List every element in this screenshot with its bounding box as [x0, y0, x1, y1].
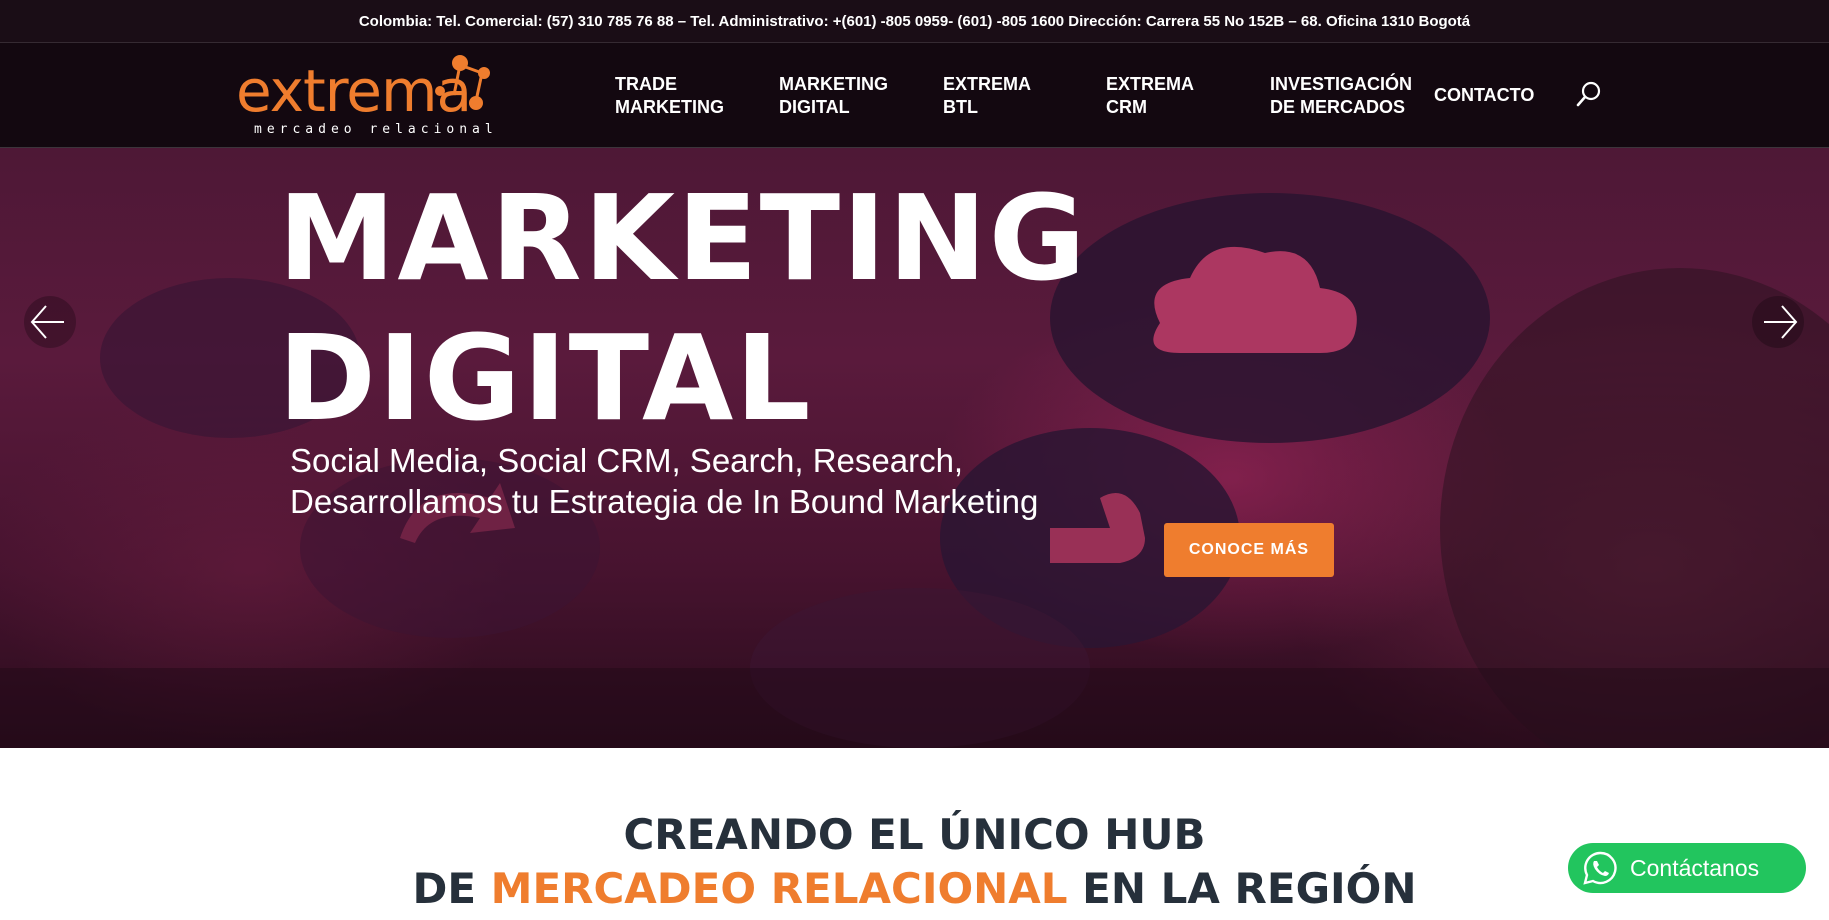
hero-title: MARKETING DIGITAL	[278, 168, 1088, 448]
arrow-left-icon[interactable]	[24, 296, 76, 348]
logo-tagline: mercadeo relacional	[254, 122, 498, 137]
conoce-mas-button[interactable]: CONOCE MÁS	[1164, 523, 1334, 577]
heading-accent: MERCADEO RELACIONAL	[490, 864, 1068, 913]
site-header: extrema mercadeo relacional TRADE MARKET…	[0, 43, 1829, 148]
nav-item-investigacion-de-mercados[interactable]: INVESTIGACIÓN DE MERCADOS	[1270, 73, 1412, 119]
arrow-right-icon[interactable]	[1752, 296, 1804, 348]
logo[interactable]: extrema mercadeo relacional	[236, 51, 506, 143]
nav-label-line2: DE MERCADOS	[1270, 97, 1406, 117]
section-heading: CREANDO EL ÚNICO HUB DE MERCADEO RELACIO…	[0, 808, 1829, 916]
hero-title-line1: MARKETING	[278, 169, 1088, 307]
whatsapp-contact-button[interactable]: Contáctanos	[1568, 843, 1806, 893]
nav-label-line1: INVESTIGACIÓN	[1270, 74, 1413, 94]
hero-subtitle: Social Media, Social CRM, Search, Resear…	[290, 440, 1038, 522]
nav-label-line1: EXTREMA	[943, 74, 1032, 94]
nav-item-extrema-crm[interactable]: EXTREMA CRM	[1106, 73, 1194, 119]
nav-label-line1: CONTACTO	[1434, 85, 1535, 105]
nav-item-marketing-digital[interactable]: MARKETING DIGITAL	[779, 73, 888, 119]
whatsapp-label: Contáctanos	[1630, 854, 1760, 881]
nav-item-contacto[interactable]: CONTACTO	[1434, 84, 1534, 107]
nav-item-extrema-btl[interactable]: EXTREMA BTL	[943, 73, 1031, 119]
contact-info: Tel. Comercial: (57) 310 785 76 88 – Tel…	[436, 12, 1471, 30]
nav-label-line2: DIGITAL	[779, 97, 850, 117]
nav-label-line1: MARKETING	[779, 74, 888, 94]
contact-bar: Colombia: Tel. Comercial: (57) 310 785 7…	[0, 0, 1829, 43]
hero-subtitle-line1: Social Media, Social CRM, Search, Resear…	[290, 442, 964, 479]
section-heading-line2: DE MERCADEO RELACIONAL EN LA REGIÓN	[0, 862, 1829, 916]
hero-title-line2: DIGITAL	[278, 309, 813, 447]
nav-label-line1: TRADE	[615, 74, 677, 94]
nav-label-line2: BTL	[943, 97, 978, 117]
nav-label-line2: MARKETING	[615, 97, 724, 117]
logo-wordmark: extrema	[236, 57, 472, 125]
hero-subtitle-line2: Desarrollamos tu Estrategia de In Bound …	[290, 483, 1039, 520]
nav-label-line1: EXTREMA	[1106, 74, 1195, 94]
section-heading-line1: CREANDO EL ÚNICO HUB	[623, 810, 1206, 859]
nav-label-line2: CRM	[1106, 97, 1147, 117]
contact-country: Colombia:	[358, 12, 433, 30]
heading-pre: DE	[412, 864, 491, 913]
nav-item-trade-marketing[interactable]: TRADE MARKETING	[615, 73, 724, 119]
whatsapp-icon	[1583, 851, 1617, 885]
heading-post: EN LA REGIÓN	[1067, 864, 1417, 913]
search-icon[interactable]	[1574, 79, 1604, 109]
hero-slider: MARKETING DIGITAL Social Media, Social C…	[0, 148, 1829, 748]
